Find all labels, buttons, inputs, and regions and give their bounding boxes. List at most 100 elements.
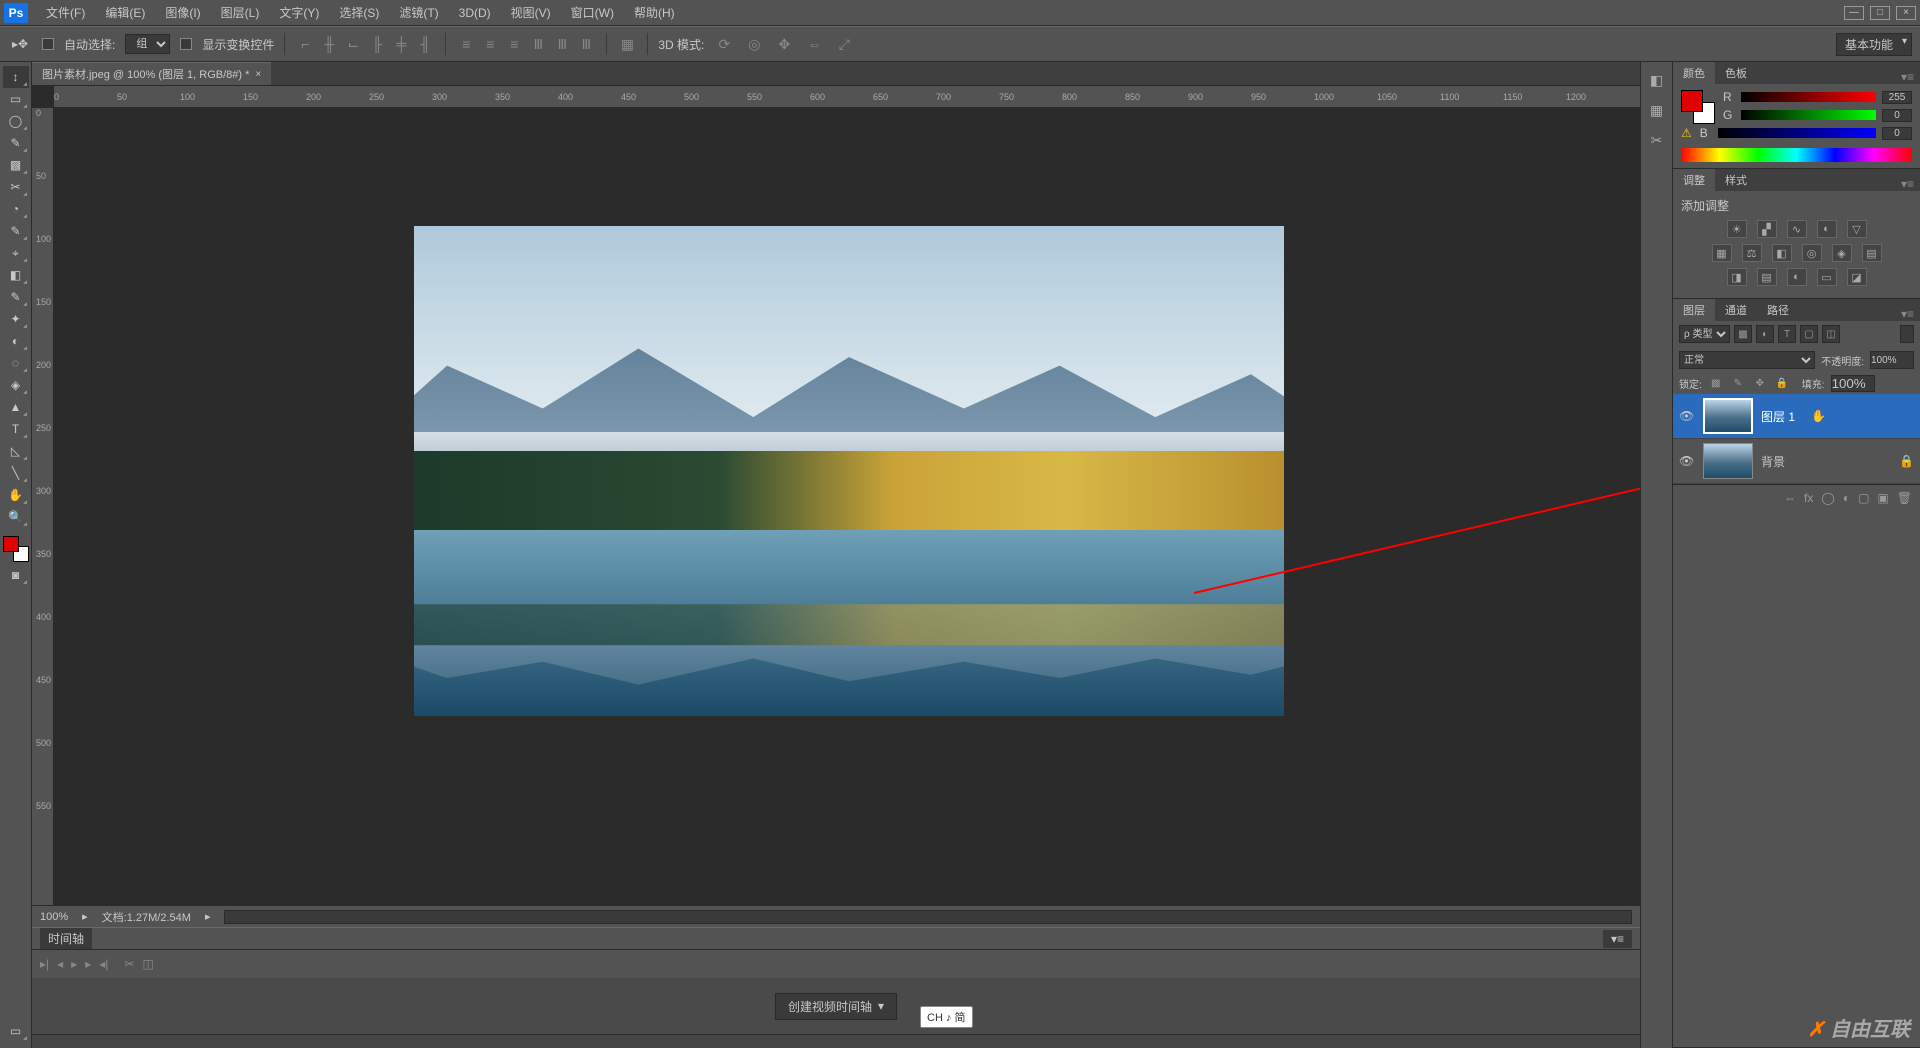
dist-vcenter-icon[interactable]: ≡ xyxy=(480,34,500,54)
menu-图像I[interactable]: 图像(I) xyxy=(155,6,210,20)
align-right-icon[interactable]: ╢ xyxy=(415,34,435,54)
new-layer-icon[interactable]: ▣ xyxy=(1877,491,1888,505)
zoom-popup-icon[interactable]: ▸ xyxy=(82,910,88,923)
photofilter-icon[interactable]: ◎ xyxy=(1802,244,1822,262)
roll-3d-icon[interactable]: ◎ xyxy=(744,34,764,54)
foreground-color-swatch[interactable] xyxy=(3,536,19,552)
menu-编辑E[interactable]: 编辑(E) xyxy=(95,6,155,20)
align-left-icon[interactable]: ╟ xyxy=(367,34,387,54)
panel-menu-icon[interactable]: ▾≡ xyxy=(1895,177,1920,191)
menu-窗口W[interactable]: 窗口(W) xyxy=(561,6,624,20)
channel-B-slider[interactable] xyxy=(1718,128,1876,138)
zoom-level[interactable]: 100% xyxy=(40,911,68,923)
minimize-button[interactable]: — xyxy=(1844,6,1864,20)
scale-3d-icon[interactable]: ⤢ xyxy=(834,34,854,54)
tool-16[interactable]: T xyxy=(3,418,29,440)
swatches-mini-icon[interactable]: ▦ xyxy=(1647,100,1667,120)
auto-align-icon[interactable]: ▦ xyxy=(617,34,637,54)
layer-item[interactable]: 👁图层 1✋ xyxy=(1673,394,1920,439)
tool-17[interactable]: ◺ xyxy=(3,440,29,462)
visibility-icon[interactable]: 👁 xyxy=(1679,409,1695,423)
tool-2[interactable]: ◯ xyxy=(3,110,29,132)
tab-channels[interactable]: 通道 xyxy=(1715,299,1757,321)
tool-8[interactable]: ⌖ xyxy=(3,242,29,264)
menu-帮助H[interactable]: 帮助(H) xyxy=(624,6,685,20)
bw-icon[interactable]: ◧ xyxy=(1772,244,1792,262)
tab-swatches[interactable]: 色板 xyxy=(1715,62,1757,84)
filter-pixel-icon[interactable]: ▩ xyxy=(1734,325,1752,343)
tool-5[interactable]: ✂ xyxy=(3,176,29,198)
show-transform-checkbox[interactable] xyxy=(180,38,192,50)
new-group-icon[interactable]: ▢ xyxy=(1858,491,1869,505)
opacity-input[interactable] xyxy=(1870,351,1914,369)
slide-3d-icon[interactable]: ⇔ xyxy=(804,34,824,54)
close-button[interactable]: × xyxy=(1896,6,1916,20)
filter-smart-icon[interactable]: ◫ xyxy=(1822,325,1840,343)
tab-adjustments[interactable]: 调整 xyxy=(1673,169,1715,191)
document-tab[interactable]: 图片素材.jpeg @ 100% (图层 1, RGB/8#) * × xyxy=(32,62,271,85)
invert-icon[interactable]: ◨ xyxy=(1727,268,1747,286)
panel-menu-icon[interactable]: ▾≡ xyxy=(1895,307,1920,321)
doc-info-popup-icon[interactable]: ▸ xyxy=(205,910,211,923)
history-mini-icon[interactable]: ✂ xyxy=(1647,130,1667,150)
layer-name[interactable]: 背景 xyxy=(1761,453,1785,470)
tool-4[interactable]: ▩ xyxy=(3,154,29,176)
menu-选择S[interactable]: 选择(S) xyxy=(329,6,389,20)
orbit-3d-icon[interactable]: ⟳ xyxy=(714,34,734,54)
dist-top-icon[interactable]: ≡ xyxy=(456,34,476,54)
channelmixer-icon[interactable]: ◈ xyxy=(1832,244,1852,262)
layer-filter-dropdown[interactable]: ρ 类型 xyxy=(1679,325,1730,343)
colorbalance-icon[interactable]: ⚖ xyxy=(1742,244,1762,262)
layer-mask-icon[interactable]: ◯ xyxy=(1821,491,1834,505)
color-mini-icon[interactable]: ◧ xyxy=(1647,70,1667,90)
channel-R-slider[interactable] xyxy=(1741,92,1876,102)
auto-select-checkbox[interactable] xyxy=(42,38,54,50)
layer-item[interactable]: 👁背景🔒 xyxy=(1673,439,1920,484)
colorlookup-icon[interactable]: ▤ xyxy=(1862,244,1882,262)
filter-toggle[interactable] xyxy=(1900,325,1914,343)
lock-image-icon[interactable]: ✎ xyxy=(1730,376,1746,392)
align-bottom-icon[interactable]: ⌙ xyxy=(343,34,363,54)
color-swatch[interactable] xyxy=(3,536,29,562)
fill-input[interactable] xyxy=(1831,375,1875,392)
panel-menu-icon[interactable]: ▾≡ xyxy=(1603,930,1632,948)
visibility-icon[interactable]: 👁 xyxy=(1679,454,1695,468)
layer-thumbnail[interactable] xyxy=(1703,443,1753,479)
tool-3[interactable]: ✎ xyxy=(3,132,29,154)
color-panel-swatch[interactable] xyxy=(1681,90,1715,124)
selectivecolor-icon[interactable]: ◪ xyxy=(1847,268,1867,286)
tool-14[interactable]: ◈ xyxy=(3,374,29,396)
filter-type-icon[interactable]: T xyxy=(1778,325,1796,343)
quick-mask-icon[interactable]: ◙ xyxy=(3,564,29,586)
new-adjustment-icon[interactable]: ◐ xyxy=(1843,491,1850,505)
delete-layer-icon[interactable]: 🗑 xyxy=(1897,491,1912,505)
menu-滤镜T[interactable]: 滤镜(T) xyxy=(389,6,448,20)
go-last-icon[interactable]: ◂| xyxy=(99,957,108,971)
go-first-icon[interactable]: ▸| xyxy=(40,957,49,971)
lock-transparency-icon[interactable]: ▩ xyxy=(1708,376,1724,392)
close-tab-icon[interactable]: × xyxy=(255,69,261,80)
prev-frame-icon[interactable]: ◂ xyxy=(57,957,63,971)
brightness-icon[interactable]: ☀ xyxy=(1727,220,1747,238)
channel-B-value[interactable]: 0 xyxy=(1882,127,1912,140)
next-frame-icon[interactable]: ▸ xyxy=(85,957,91,971)
tool-9[interactable]: ◧ xyxy=(3,264,29,286)
layer-name[interactable]: 图层 1 xyxy=(1761,408,1795,425)
auto-select-dropdown[interactable]: 组 xyxy=(125,34,170,54)
workspace-dropdown[interactable]: 基本功能 xyxy=(1836,33,1912,56)
dist-left-icon[interactable]: Ⅲ xyxy=(528,34,548,54)
hue-strip[interactable] xyxy=(1681,148,1912,162)
menu-文字Y[interactable]: 文字(Y) xyxy=(269,6,329,20)
tool-6[interactable]: ◔ xyxy=(3,198,29,220)
channel-G-value[interactable]: 0 xyxy=(1882,109,1912,122)
tool-18[interactable]: ╲ xyxy=(3,462,29,484)
menu-3DD[interactable]: 3D(D) xyxy=(449,6,501,20)
transition-icon[interactable]: ◫ xyxy=(142,957,153,971)
channel-G-slider[interactable] xyxy=(1741,110,1876,120)
tool-12[interactable]: ◐ xyxy=(3,330,29,352)
maximize-button[interactable]: □ xyxy=(1870,6,1890,20)
exposure-icon[interactable]: ◐ xyxy=(1817,220,1837,238)
levels-icon[interactable]: ▞ xyxy=(1757,220,1777,238)
gradientmap-icon[interactable]: ▭ xyxy=(1817,268,1837,286)
blend-mode-dropdown[interactable]: 正常 xyxy=(1679,351,1815,369)
